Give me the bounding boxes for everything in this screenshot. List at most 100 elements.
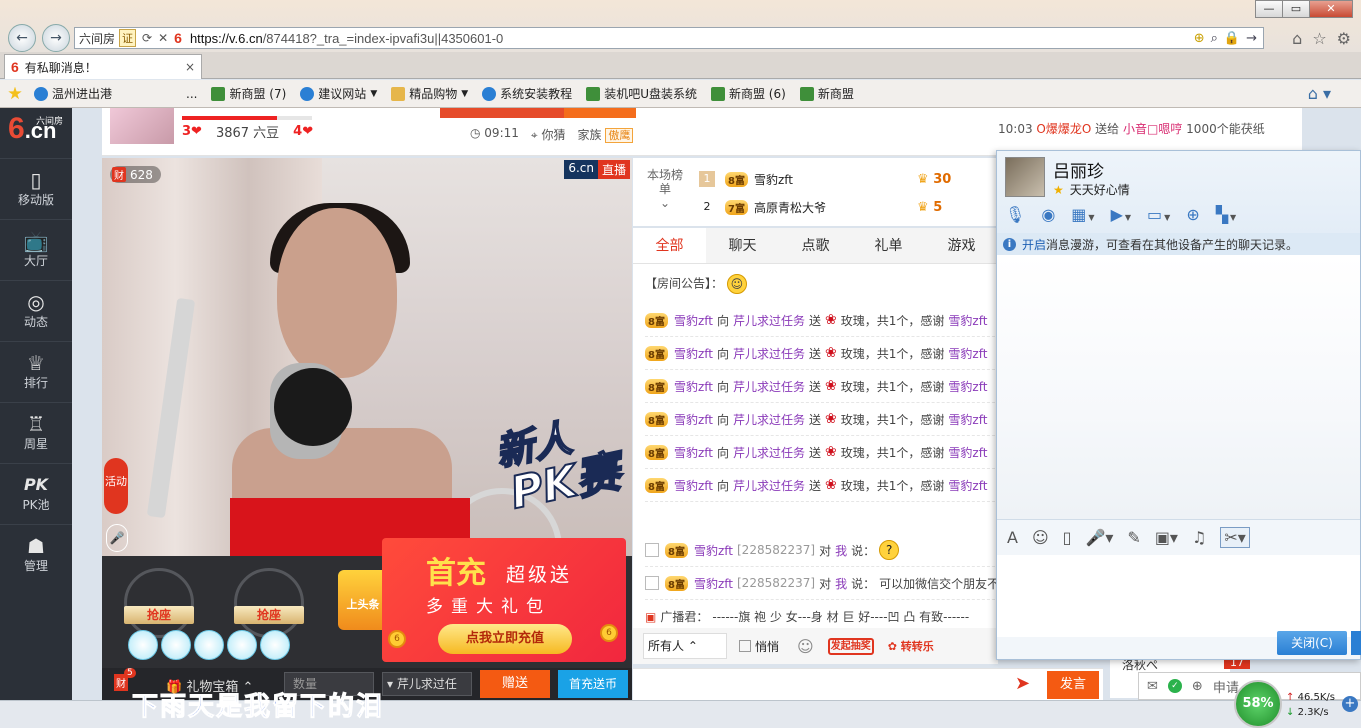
favorites-star-icon[interactable]: ☆ [1312,29,1326,48]
screenshot-scissors-icon[interactable]: ✂▾ [1220,527,1250,548]
grab-seat-button[interactable]: 抢座 [124,606,194,624]
tab-chat[interactable]: 聊天 [706,228,779,263]
send-message-button[interactable]: 发言 [1047,671,1099,699]
tab-song[interactable]: 点歌 [779,228,852,263]
voice-message-icon[interactable]: 🎤▾ [1085,528,1113,547]
give-gift-button[interactable]: 赠送 [480,670,550,698]
recharge-now-button[interactable]: 点我立即充值 [438,624,572,654]
message-input-bar[interactable]: ➤ 发言 [633,668,1103,700]
message-input[interactable] [997,555,1360,637]
nav-hall[interactable]: 📺 大厅 [0,219,72,280]
go-icon[interactable]: → [1246,31,1257,46]
cert-badge[interactable]: 证 [119,29,137,47]
fav-item[interactable]: 装机吧U盘装系统 [586,85,697,102]
check-icon[interactable]: ✓ [1167,679,1182,693]
message-history[interactable] [997,255,1360,519]
activity-button[interactable]: 活动 [104,458,128,514]
tab-active[interactable]: 6 有私聊消息！ × [4,54,202,79]
compat-icon[interactable]: ⊕ [1194,31,1205,46]
lottery-button[interactable]: 发起抽奖 [827,637,874,655]
fav-item[interactable]: 温州进出港 [34,85,112,102]
fav-item[interactable]: 建议网站 ▼ [300,85,377,102]
nav-pk[interactable]: PK PK池 [0,463,72,524]
follow-button[interactable] [440,108,565,118]
edit-icon[interactable]: ✎ [1127,528,1140,547]
send-plane-icon[interactable]: ➤ [1015,673,1030,694]
address-bar[interactable]: 六间房 证 ⟳ ✕ 6 https://v.6.cn/874418?_tra_=… [74,27,1264,49]
font-icon[interactable]: A [1007,528,1018,547]
voice-call-icon[interactable]: 🎙 [1005,205,1025,224]
grab-seat-button[interactable]: 抢座 [234,606,304,624]
contact-name[interactable]: 吕丽珍 [1053,157,1104,182]
nav-ranking[interactable]: ♕ 排行 [0,341,72,402]
live-video[interactable]: 财 628 6.cn 直播 新人 PK赛 活动 🎤 [102,158,632,558]
message-checkbox[interactable] [645,543,659,557]
cpu-percent[interactable]: 58% [1234,680,1282,728]
recharge-promo[interactable]: 首充 超级送 多重大礼包 点我立即充值 6 6 [382,538,626,662]
subscribe-button[interactable] [564,108,636,118]
screen-share-icon[interactable]: ▦ ▼ [1071,205,1094,224]
close-button[interactable]: 关闭(C) [1277,631,1347,655]
video-call-icon[interactable]: ◉ [1041,205,1055,224]
stop-icon[interactable]: ✕ [158,31,168,45]
streamer-avatar[interactable] [110,108,174,144]
create-group-icon[interactable]: ⊕ [1186,205,1199,224]
fav-item[interactable]: 精品购物 ▼ [391,85,468,102]
emoji-icon[interactable]: ☺ [797,637,814,656]
file-transfer-icon[interactable]: ▶ ▼ [1111,205,1131,224]
fav-item[interactable]: 新商盟 [799,85,854,102]
nav-feed[interactable]: ◎ 动态 [0,280,72,341]
settings-gear-icon[interactable]: ⚙ [1337,29,1351,48]
url-text[interactable]: https://v.6.cn/874418?_tra_=index-ipvafi… [190,31,503,46]
tab-close-icon[interactable]: × [185,60,195,74]
message-checkbox[interactable] [645,576,659,590]
nav-manage[interactable]: ☗ 管理 [0,524,72,585]
music-icon[interactable]: ♫ [1192,528,1206,547]
lock-icon[interactable]: 🔒 [1224,31,1240,46]
emoji-icon[interactable]: ☺ [1032,528,1049,547]
forward-button[interactable]: → [42,24,70,52]
nav-mobile[interactable]: ▯ 移动版 [0,158,72,219]
fav-item[interactable]: 系统安装教程 [482,85,572,102]
enable-roaming-link[interactable]: 开启 [1022,236,1046,253]
mic-icon[interactable]: 🎤 [106,524,128,552]
fav-item[interactable]: 新商盟 (6) [710,85,786,102]
home-dropdown-icon[interactable]: ⌂ ▾ [1308,84,1331,103]
seat-2[interactable] [234,568,304,638]
maximize-button[interactable]: ▭ [1282,0,1310,18]
minimize-button[interactable]: — [1255,0,1283,18]
private-checkbox[interactable]: 悄悄 [739,638,779,655]
contact-avatar[interactable] [1005,157,1045,197]
close-window-button[interactable]: ✕ [1309,0,1353,18]
home-icon[interactable]: ⌂ [1292,29,1302,48]
recipient-select[interactable]: ▾ 芹儿求过任 [382,672,472,696]
ranking-label[interactable]: 本场榜单 ⌄ [645,168,685,210]
refresh-icon[interactable]: ⟳ [142,31,152,45]
send-button-partial[interactable] [1351,631,1361,655]
fav-item[interactable]: 新商盟 (7) [211,85,286,102]
spin-button[interactable]: ✿ 转转乐 [888,638,934,654]
family-tag[interactable]: 傲鹰 [605,128,634,143]
search-icon[interactable]: ⌕ [1211,31,1218,46]
rank-row[interactable]: 2 7富 高原青松大爷 5 [699,194,989,220]
tab-all[interactable]: 全部 [633,228,706,263]
shake-icon[interactable]: ▯ [1063,528,1072,547]
chat-feed[interactable]: 【房间公告】： ☺ 8富 雪豹zft 向芹儿求过任务送 ❀ 玫瑰，共1个，感谢 雪豹zft… [633,264,998,628]
recharge-button[interactable]: 首充送币 [558,670,628,698]
site-logo[interactable]: 6.cn 六间房 [0,108,72,158]
mail-icon[interactable]: ✉ [1147,679,1158,694]
tab-games[interactable]: 游戏 [925,228,998,263]
apps-icon[interactable]: ▚ ▼ [1216,205,1236,224]
plus-icon[interactable]: + [1342,696,1358,712]
rank-row[interactable]: 1 8富 雪豹zft 30 [699,166,989,192]
image-icon[interactable]: ▣▾ [1155,528,1178,547]
nav-weekstar[interactable]: ♖ 周星 [0,402,72,463]
zoom-icon[interactable]: ⊕ [1192,679,1203,694]
tab-gifts[interactable]: 礼单 [852,228,925,263]
back-button[interactable]: ← [8,24,36,52]
remote-desktop-icon[interactable]: ▭ ▼ [1147,205,1170,224]
seat-1[interactable] [124,568,194,638]
headline-button[interactable]: 上头条 [338,570,388,630]
favorites-star-icon[interactable] [8,86,26,101]
audience-select[interactable]: 所有人 ⌃ [643,633,727,659]
